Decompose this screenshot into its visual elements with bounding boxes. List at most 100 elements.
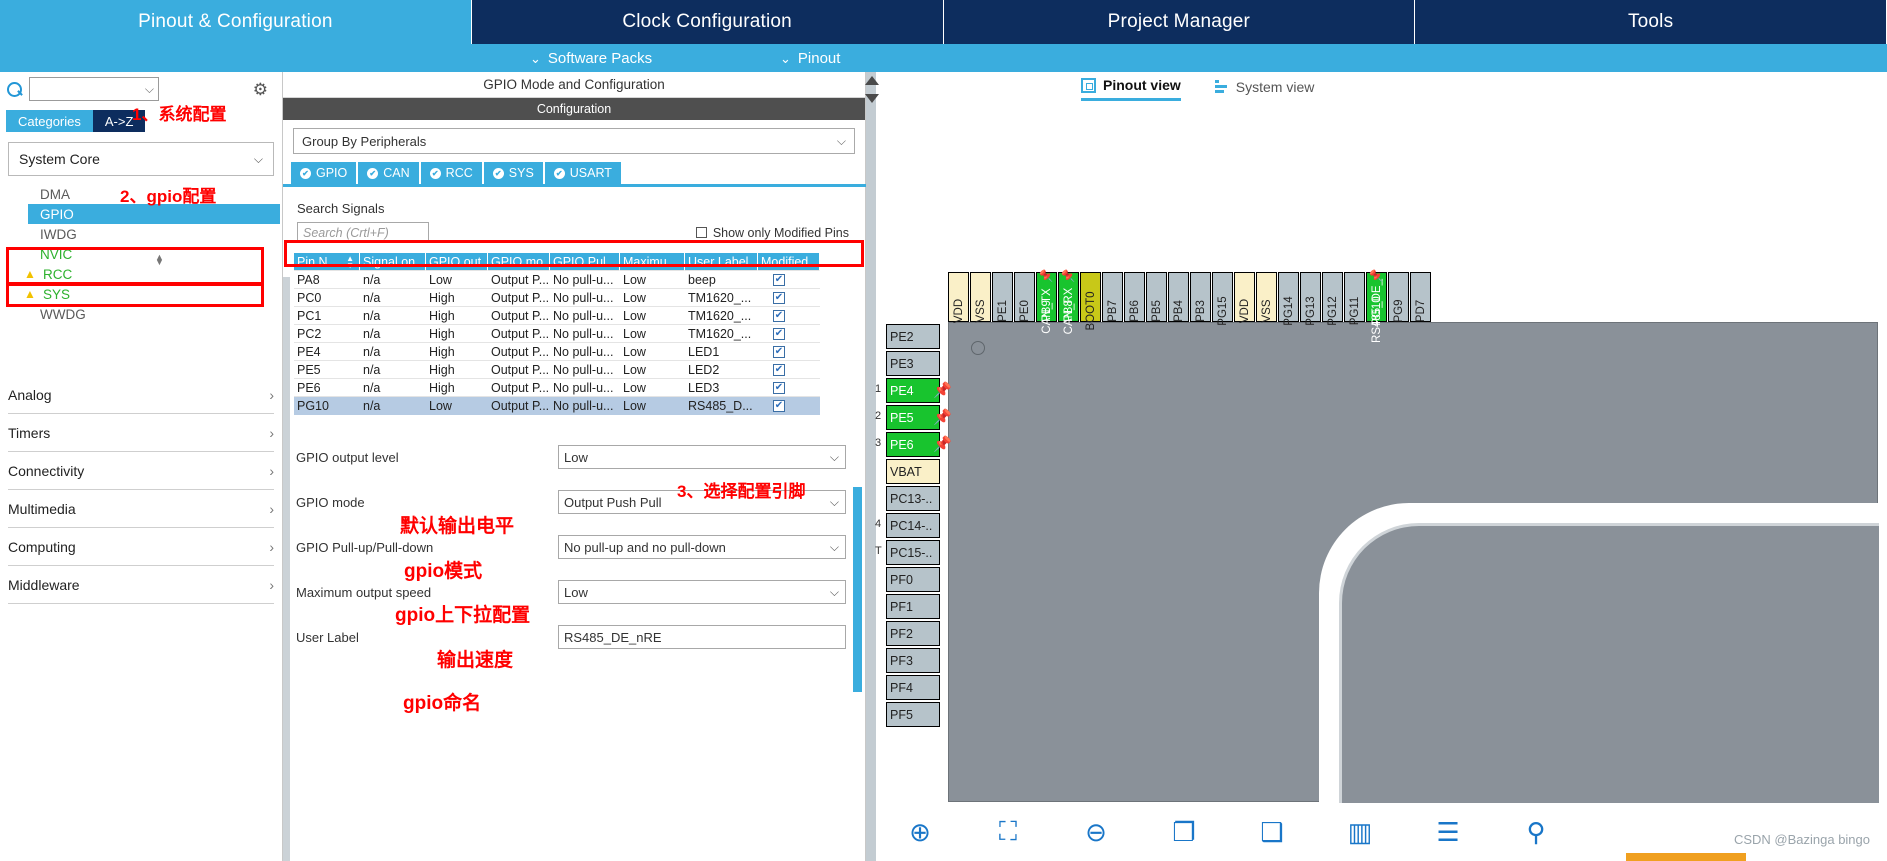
tab-categories[interactable]: Categories — [6, 110, 93, 132]
cell-modified[interactable]: ✔ — [758, 397, 820, 415]
table-row[interactable]: PE5 n/a High Output P... No pull-u... Lo… — [294, 361, 856, 379]
pin-vss-2[interactable]: VSS — [1256, 272, 1277, 323]
select-gpio-output-level[interactable]: Low ⌵ — [558, 445, 846, 469]
pin-pg11[interactable]: PG11 — [1344, 272, 1365, 325]
sidebar-item-iwdg[interactable]: IWDG — [34, 224, 282, 244]
sidebar-item-middleware[interactable]: Middleware › — [8, 566, 274, 604]
sidebar-item-multimedia[interactable]: Multimedia › — [8, 490, 274, 528]
search-signals-input[interactable]: Search (Crtl+F) — [297, 222, 429, 243]
pin-vdd[interactable]: VDD — [948, 272, 969, 323]
pin-pe6[interactable]: 3 PE6 📌 — [875, 432, 952, 457]
panel-collapser[interactable] — [865, 72, 879, 861]
pin-pc14[interactable]: 4 PC14-.. — [875, 513, 940, 538]
cell-modified[interactable]: ✔ — [758, 289, 820, 307]
pin-vdd-2[interactable]: VDD — [1234, 272, 1255, 323]
caret-up-icon[interactable] — [865, 76, 879, 85]
input-user-label[interactable]: RS485_DE_nRE — [558, 625, 846, 649]
export-icon[interactable]: ❐ — [1140, 806, 1228, 858]
column-header-user-label[interactable]: User Label — [685, 253, 758, 271]
pin-pe5[interactable]: 2 PE5 📌 — [875, 405, 952, 430]
pin-pe3[interactable]: PE3 — [886, 351, 940, 376]
sidebar-item-sys[interactable]: ▲ SYS — [24, 284, 282, 304]
list-view-icon[interactable]: ☰ — [1404, 806, 1492, 858]
column-header-pin-name[interactable]: Pin N... ▲ ▼ — [294, 253, 360, 271]
pin-pd7[interactable]: PD7 — [1410, 272, 1431, 322]
tab-clock-configuration[interactable]: Clock Configuration — [471, 0, 944, 44]
table-row[interactable]: PA8 n/a Low Output P... No pull-u... Low… — [294, 271, 856, 289]
pin-pg13[interactable]: PG13 — [1300, 272, 1321, 326]
sidebar-item-gpio[interactable]: GPIO — [28, 204, 280, 224]
center-scrollbar-thumb[interactable] — [853, 487, 862, 692]
caret-down-icon[interactable] — [865, 94, 879, 103]
pin-pf3[interactable]: PF3 — [886, 648, 940, 673]
zoom-out-icon[interactable]: ⊖ — [1052, 806, 1140, 858]
sidebar-item-rcc[interactable]: ▲ RCC — [24, 264, 282, 284]
pin-pf0[interactable]: PF0 — [886, 567, 940, 592]
cell-modified[interactable]: ✔ — [758, 361, 820, 379]
sidebar-item-computing[interactable]: Computing › — [8, 528, 274, 566]
pin-boot0[interactable]: BOOT0 — [1080, 272, 1101, 330]
column-header-gpio-mode[interactable]: GPIO mo... — [488, 253, 550, 271]
pin-pc13[interactable]: PC13-.. — [886, 486, 940, 511]
table-row[interactable]: PE6 n/a High Output P... No pull-u... Lo… — [294, 379, 856, 397]
tab-system-view[interactable]: System view — [1214, 77, 1314, 101]
column-header-modified[interactable]: Modified — [758, 253, 820, 271]
tab-tools[interactable]: Tools — [1415, 0, 1887, 44]
pin-vbat[interactable]: VBAT — [886, 459, 940, 484]
cell-modified[interactable]: ✔ — [758, 307, 820, 325]
column-header-gpio-output-level[interactable]: GPIO out... — [426, 253, 488, 271]
pin-vss[interactable]: VSS — [970, 272, 991, 323]
search-input[interactable]: ⌵ — [29, 77, 159, 101]
tab-a-to-z[interactable]: A->Z — [92, 110, 146, 132]
pin-pb9[interactable]: CAN_TX 📌 PB9 — [1036, 269, 1057, 334]
cell-modified[interactable]: ✔ — [758, 343, 820, 361]
pin-pb8[interactable]: CAN_RX 📌 PB8 — [1058, 269, 1079, 334]
column-header-gpio-pull[interactable]: GPIO Pul... — [550, 253, 620, 271]
software-packs-menu[interactable]: ⌄ Software Packs — [530, 50, 652, 67]
table-row[interactable]: PC1 n/a High Output P... No pull-u... Lo… — [294, 307, 856, 325]
pin-pb3[interactable]: PB3 — [1190, 272, 1211, 322]
sidebar-item-dma[interactable]: DMA — [34, 184, 282, 204]
pin-pc15[interactable]: T PC15-.. — [875, 540, 940, 565]
gear-icon[interactable]: ⚙ — [253, 81, 268, 98]
show-modified-pins-checkbox[interactable]: Show only Modified Pins — [695, 226, 849, 240]
pin-pe1[interactable]: PE1 — [992, 272, 1013, 322]
tab-usart[interactable]: ✔ USART — [544, 162, 621, 184]
column-header-signal-on-pin[interactable]: Signal on... — [360, 253, 426, 271]
pin-pg15[interactable]: PG15 — [1212, 272, 1233, 326]
pin-pg9[interactable]: PG9 — [1388, 272, 1409, 323]
import-icon[interactable]: ❑ — [1228, 806, 1316, 858]
tab-rcc[interactable]: ✔ RCC — [420, 162, 482, 184]
scroll-spinner-icon[interactable]: ▲ ▼ — [155, 253, 164, 267]
pin-pg10[interactable]: RS485_DE_ 📌 PG10 — [1366, 269, 1387, 343]
tab-pinout-configuration[interactable]: Pinout & Configuration — [0, 0, 472, 44]
pin-pe0[interactable]: PE0 — [1014, 272, 1035, 322]
pin-pe4[interactable]: 1 PE4 📌 — [875, 378, 952, 403]
sidebar-item-connectivity[interactable]: Connectivity › — [8, 452, 274, 490]
sidebar-item-analog[interactable]: Analog › — [8, 376, 274, 414]
pinout-menu[interactable]: ⌄ Pinout — [780, 50, 840, 67]
select-gpio-pull[interactable]: No pull-up and no pull-down ⌵ — [558, 535, 846, 559]
pin-pe2[interactable]: PE2 — [886, 324, 940, 349]
group-by-peripherals-select[interactable]: Group By Peripherals ⌵ — [293, 128, 855, 154]
pin-pb6[interactable]: PB6 — [1124, 272, 1145, 322]
sidebar-item-wwdg[interactable]: WWDG — [34, 304, 282, 324]
column-header-maximum-speed[interactable]: Maximu... — [620, 253, 685, 271]
pin-pb5[interactable]: PB5 — [1146, 272, 1167, 322]
pin-pf2[interactable]: PF2 — [886, 621, 940, 646]
pin-pg14[interactable]: PG14 — [1278, 272, 1299, 326]
tab-project-manager[interactable]: Project Manager — [943, 0, 1416, 44]
system-core-group-header[interactable]: System Core ⌵ — [8, 142, 274, 176]
pin-pf1[interactable]: PF1 — [886, 594, 940, 619]
cell-modified[interactable]: ✔ — [758, 271, 820, 289]
table-row[interactable]: PC0 n/a High Output P... No pull-u... Lo… — [294, 289, 856, 307]
tab-pinout-view[interactable]: Pinout view — [1081, 77, 1181, 101]
table-row[interactable]: PC2 n/a High Output P... No pull-u... Lo… — [294, 325, 856, 343]
pin-pf4[interactable]: PF4 — [886, 675, 940, 700]
pin-pf5[interactable]: PF5 — [886, 702, 940, 727]
select-max-output-speed[interactable]: Low ⌵ — [558, 580, 846, 604]
select-gpio-mode[interactable]: Output Push Pull ⌵ — [558, 490, 846, 514]
tab-can[interactable]: ✔ CAN — [358, 162, 419, 184]
cell-modified[interactable]: ✔ — [758, 379, 820, 397]
fit-screen-icon[interactable]: ⛶ — [964, 806, 1052, 858]
